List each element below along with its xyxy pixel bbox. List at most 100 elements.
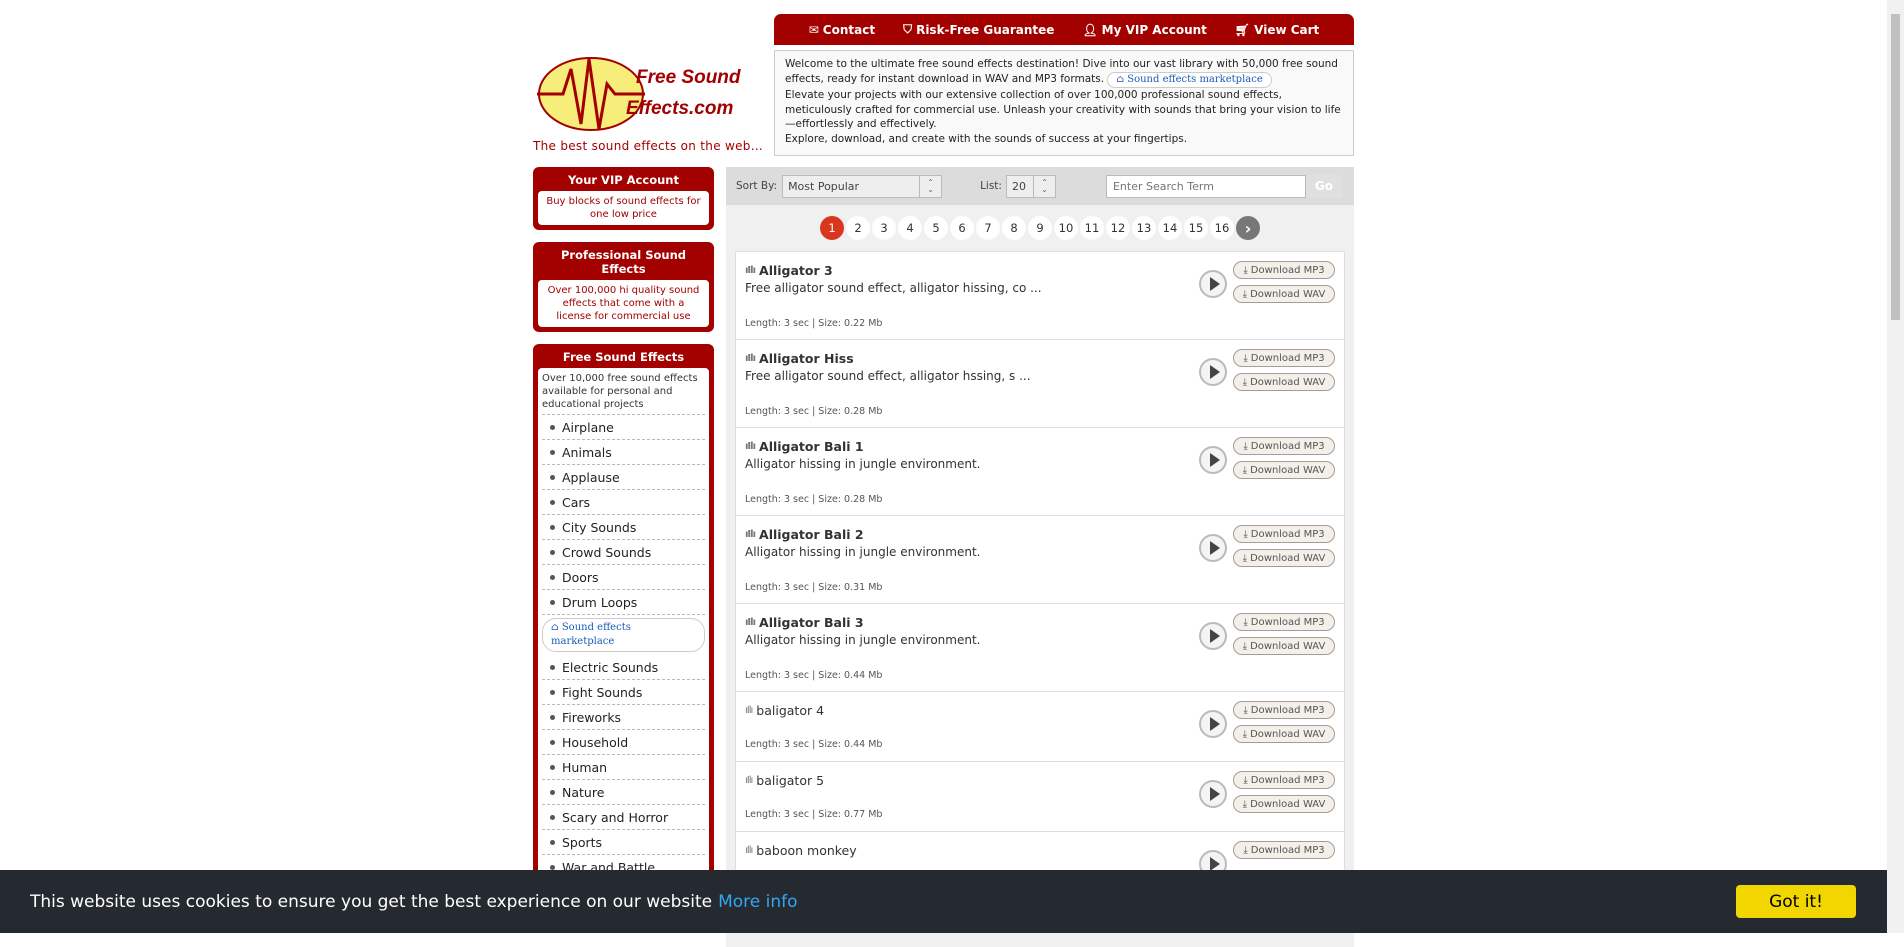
page-15[interactable]: 15 [1184,216,1208,240]
marketplace-pill[interactable]: ⌂ Sound effects marketplace [1107,71,1272,88]
download-mp3-button[interactable]: ⤓ Download MP3 [1233,349,1335,367]
view-cart-link[interactable]: 🛒︎ View Cart [1235,23,1319,37]
page-10[interactable]: 10 [1054,216,1078,240]
category-item[interactable]: Scary and Horror [542,805,705,830]
download-wav-button[interactable]: ⤓ Download WAV [1233,461,1335,479]
sound-meta: Length: 3 sec | Size: 0.77 Mb [745,809,883,820]
play-button[interactable] [1199,622,1227,650]
contact-link[interactable]: ✉ Contact [809,23,875,37]
download-icon: ⤓ [1242,552,1248,564]
select-arrows-icon: ⌃ ⌄ [1032,175,1055,197]
download-icon: ⤓ [1242,464,1248,476]
page-1[interactable]: 1 [820,216,844,240]
play-button[interactable] [1199,446,1227,474]
sound-row: ıIlı Alligator Hiss Free alligator sound … [736,340,1344,428]
page-12[interactable]: 12 [1106,216,1130,240]
category-item[interactable]: Airplane [542,415,705,440]
category-item[interactable]: City Sounds [542,515,705,540]
page-13[interactable]: 13 [1132,216,1156,240]
sound-meta: Length: 3 sec | Size: 0.28 Mb [745,406,883,417]
svg-text:Effects.com: Effects.com [626,98,733,119]
sort-select[interactable]: Most Popular ⌃ ⌄ [782,174,943,198]
download-wav-button[interactable]: ⤓ Download WAV [1233,285,1335,303]
download-mp3-button[interactable]: ⤓ Download MP3 [1233,261,1335,279]
page-14[interactable]: 14 [1158,216,1182,240]
category-item[interactable]: Household [542,730,705,755]
category-item[interactable]: Crowd Sounds [542,540,705,565]
free-box-text: Over 10,000 free sound effects available… [542,371,705,415]
download-wav-button[interactable]: ⤓ Download WAV [1233,637,1335,655]
pro-box[interactable]: Professional Sound Effects Over 100,000 … [533,242,714,332]
download-mp3-button[interactable]: ⤓ Download MP3 [1233,841,1335,859]
page-5[interactable]: 5 [924,216,948,240]
category-item[interactable]: Nature [542,780,705,805]
sound-meta: Length: 3 sec | Size: 0.44 Mb [745,739,883,750]
category-item[interactable]: Animals [542,440,705,465]
download-mp3-button[interactable]: ⤓ Download MP3 [1233,525,1335,543]
category-item[interactable]: Human [542,755,705,780]
category-item[interactable]: Fight Sounds [542,680,705,705]
page-16[interactable]: 16 [1210,216,1234,240]
category-item[interactable]: Sports [542,830,705,855]
page-9[interactable]: 9 [1028,216,1052,240]
next-page-icon[interactable]: › [1236,216,1260,240]
download-icon: ⤓ [1243,352,1248,364]
download-icon: ⤓ [1243,774,1248,786]
cookie-accept-button[interactable]: Got it! [1736,885,1856,918]
vip-box[interactable]: Your VIP Account Buy blocks of sound eff… [533,167,714,230]
download-wav-button[interactable]: ⤓ Download WAV [1233,725,1335,743]
welcome-box: Welcome to the ultimate free sound effec… [774,50,1354,156]
sound-row: ıIlı Alligator Bali 1 Alligator hissing i… [736,428,1344,516]
play-button[interactable] [1199,270,1227,298]
sound-row: ıIlı Alligator 3 Free alligator sound eff… [736,252,1344,340]
sidebar-marketplace-pill[interactable]: ⌂ Sound effects marketplace [542,618,705,652]
download-icon: ⤓ [1243,616,1248,628]
download-wav-button[interactable]: ⤓ Download WAV [1233,373,1335,391]
waveform-icon: ıIlı [745,845,753,856]
download-mp3-button[interactable]: ⤓ Download MP3 [1233,771,1335,789]
list-label: List: [980,180,1002,192]
page-2[interactable]: 2 [846,216,870,240]
top-navigation: ✉ Contact ⛉ Risk-Free Guarantee 👤︎ My VIP A… [774,14,1354,45]
download-mp3-button[interactable]: ⤓ Download MP3 [1233,701,1335,719]
sound-row: ıIlı Alligator Bali 3 Alligator hissing i… [736,604,1344,692]
sound-meta: Length: 3 sec | Size: 0.22 Mb [745,318,883,329]
page-7[interactable]: 7 [976,216,1000,240]
go-button[interactable]: Go [1305,174,1342,198]
play-button[interactable] [1199,710,1227,738]
main-content: Sort By: Most Popular ⌃⌄ List: 20 ⌃⌄ Go … [726,167,1354,947]
play-button[interactable] [1199,358,1227,386]
shield-icon: ⛉ [903,22,913,36]
page-3[interactable]: 3 [872,216,896,240]
sort-label: Sort By: [736,180,778,192]
download-mp3-button[interactable]: ⤓ Download MP3 [1233,437,1335,455]
cookie-banner: This website uses cookies to ensure you … [0,870,1904,933]
search-input[interactable] [1105,174,1306,198]
guarantee-link[interactable]: ⛉ Risk-Free Guarantee [903,22,1054,37]
page-6[interactable]: 6 [950,216,974,240]
page-4[interactable]: 4 [898,216,922,240]
category-item[interactable]: Applause [542,465,705,490]
category-item[interactable]: Doors [542,565,705,590]
waveform-icon: ıIlı [745,529,756,540]
category-item[interactable]: Fireworks [542,705,705,730]
category-item[interactable]: Drum Loops [542,590,705,615]
list-select[interactable]: 20 ⌃ ⌄ [1005,174,1056,198]
more-info-link[interactable]: More info [718,892,797,912]
page-11[interactable]: 11 [1080,216,1104,240]
download-icon: ⤓ [1242,376,1248,388]
welcome-pro: Elevate your projects with our extensive… [785,89,1341,130]
category-item[interactable]: Cars [542,490,705,515]
download-mp3-button[interactable]: ⤓ Download MP3 [1233,613,1335,631]
download-wav-button[interactable]: ⤓ Download WAV [1233,795,1335,813]
play-button[interactable] [1199,780,1227,808]
play-button[interactable] [1199,534,1227,562]
scrollbar-thumb[interactable] [1891,14,1900,320]
vip-account-link[interactable]: 👤︎ My VIP Account [1082,23,1206,37]
download-wav-button[interactable]: ⤓ Download WAV [1233,549,1335,567]
category-item[interactable]: Electric Sounds [542,655,705,680]
envelope-icon: ✉ [808,22,819,37]
page-8[interactable]: 8 [1002,216,1026,240]
download-icon: ⤓ [1242,640,1248,652]
pagination: 1 2 3 4 5 6 7 8 9 10 11 12 13 14 15 16 › [726,216,1354,240]
